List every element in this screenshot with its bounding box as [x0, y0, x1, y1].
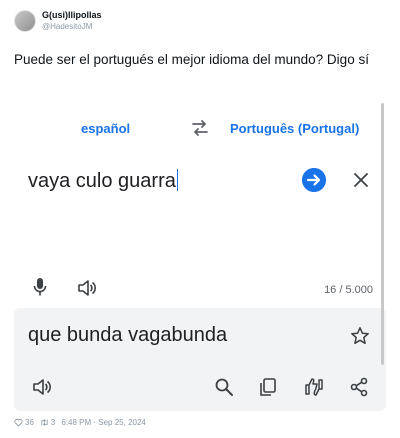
speaker-icon[interactable]	[77, 279, 97, 297]
like-count: 36	[25, 418, 34, 427]
translated-text: que bunda vagabunda	[28, 324, 228, 346]
retweet-count-group[interactable]: 3	[40, 418, 55, 427]
scrollbar[interactable]	[381, 103, 384, 365]
close-icon[interactable]	[352, 171, 370, 189]
swap-icon[interactable]	[190, 119, 210, 137]
author-names: G(usi)llipollas @HadesitoJM	[42, 10, 102, 32]
search-icon[interactable]	[214, 377, 234, 397]
share-icon[interactable]	[349, 377, 369, 397]
retweet-count: 3	[50, 418, 56, 427]
language-bar: español Português (Portugal)	[14, 103, 386, 153]
user-handle[interactable]: @HadesitoJM	[42, 21, 102, 32]
tweet-footer: 36 3 6:48 PM · Sep 25, 2024	[14, 418, 152, 427]
text-caret	[176, 169, 179, 191]
source-language[interactable]: español	[81, 121, 130, 136]
like-count-group[interactable]: 36	[14, 418, 34, 427]
tweet-text: Puede ser el portugués el mejor idioma d…	[14, 52, 369, 67]
mic-icon[interactable]	[33, 277, 47, 297]
retweet-icon[interactable]	[40, 418, 49, 427]
target-language[interactable]: Português (Portugal)	[230, 121, 359, 136]
translation-output-area: que bunda vagabunda	[14, 308, 386, 411]
avatar[interactable]	[14, 10, 36, 32]
arrow-right-icon[interactable]	[302, 168, 326, 192]
source-input-area[interactable]: vaya culo guarra 16 / 5.000	[14, 153, 386, 308]
char-count: 16 / 5.000	[324, 284, 373, 296]
speaker-icon[interactable]	[32, 377, 52, 397]
tweet-timestamp[interactable]: 6:48 PM · Sep 25, 2024	[61, 418, 146, 427]
source-text[interactable]: vaya culo guarra	[28, 170, 176, 192]
feedback-icon[interactable]	[304, 377, 324, 397]
tweet-header: G(usi)llipollas @HadesitoJM	[14, 10, 102, 32]
star-icon[interactable]	[350, 326, 370, 346]
source-text-wrapper[interactable]: vaya culo guarra	[28, 169, 179, 193]
heart-icon[interactable]	[14, 418, 23, 427]
copy-icon[interactable]	[258, 377, 278, 397]
translate-screenshot: español Português (Portugal) vaya culo g…	[14, 103, 386, 411]
display-name[interactable]: G(usi)llipollas	[42, 10, 102, 21]
